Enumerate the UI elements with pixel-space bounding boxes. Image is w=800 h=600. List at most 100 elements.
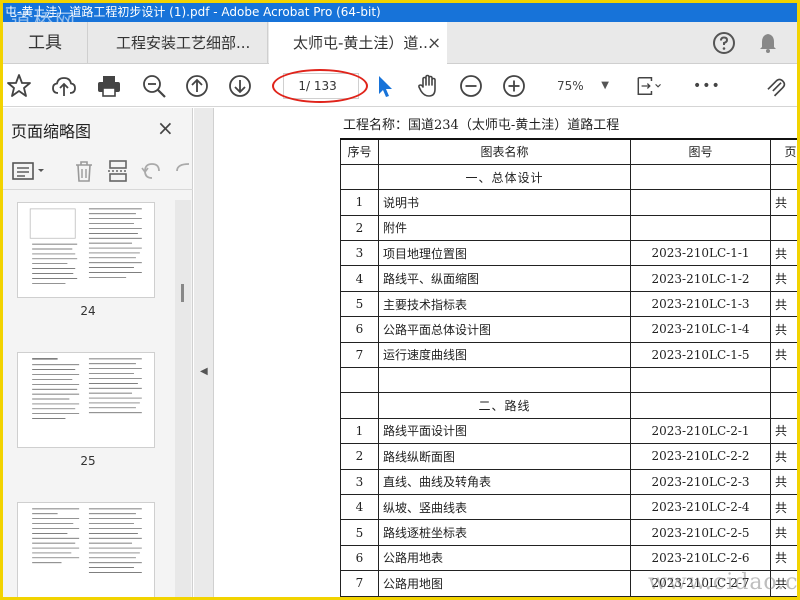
help-icon[interactable]: [711, 30, 737, 56]
scrollbar-handle[interactable]: [181, 284, 184, 302]
more-tools-icon[interactable]: •••: [693, 72, 721, 100]
drawing-index-table: 序号 图表名称 图号 页 一、总体设计 1 说明书共 2 附件 3 项目地理位置图 2023-…: [340, 137, 797, 597]
tab-bar: 工具 工程安装工艺细部... 太师屯-黄土洼）道... ×: [3, 22, 797, 65]
drawing-code: [630, 189, 771, 216]
close-tab-icon[interactable]: ×: [428, 22, 441, 64]
row-number: 2: [340, 443, 379, 470]
drawing-code: [630, 214, 771, 242]
drawing-code: [630, 367, 771, 394]
page-count: 共: [770, 493, 797, 521]
drawing-name: 路线平面设计图: [378, 417, 631, 445]
select-cursor-icon[interactable]: [371, 72, 399, 100]
drawing-name: 路线纵断面图: [378, 443, 631, 470]
table-cell: [340, 163, 379, 191]
next-page-icon[interactable]: [226, 72, 254, 100]
chevron-down-icon: ▼: [601, 80, 609, 91]
attach-link-icon[interactable]: [763, 72, 797, 100]
tab-document-1[interactable]: 工程安装工艺细部...: [88, 22, 268, 64]
page-count: 共: [770, 519, 797, 546]
table-header-row: 序号 图表名称 图号 页: [340, 137, 797, 165]
rotate-counterclockwise-icon[interactable]: [139, 158, 165, 184]
page-count: 共: [770, 443, 797, 470]
drawing-name: 公路平面总体设计图: [378, 316, 631, 343]
page-count: 共: [770, 265, 797, 292]
extract-pages-icon[interactable]: [105, 158, 131, 184]
table-row: 1 说明书 共: [340, 189, 797, 216]
page-count: 共: [770, 240, 797, 267]
header-number: 序号: [340, 137, 379, 165]
chevron-left-icon[interactable]: ◀: [200, 366, 208, 377]
section-row: 一、总体设计: [340, 163, 797, 191]
drawing-code: 2023-210LC-1-2: [630, 265, 771, 292]
page-thumbnail-24[interactable]: [17, 202, 155, 298]
thumbnail-scrollbar[interactable]: [175, 200, 191, 597]
drawing-name: 项目地理位置图: [378, 240, 631, 267]
table-cell: [770, 163, 797, 191]
page-count: 共: [770, 417, 797, 445]
row-number: 1: [340, 189, 379, 216]
close-panel-icon[interactable]: ×: [157, 116, 174, 140]
drawing-name: 说明书: [378, 189, 631, 216]
drawing-code: 2023-210LC-2-1: [630, 417, 771, 445]
thumbnail-options-icon[interactable]: [11, 158, 51, 184]
page-count: 共: [770, 544, 797, 572]
drawing-code: 2023-210LC-1-5: [630, 341, 771, 369]
drawing-name: 路线逐桩坐标表: [378, 519, 631, 546]
delete-page-icon[interactable]: [71, 158, 97, 184]
drawing-code: 2023-210LC-1-4: [630, 316, 771, 343]
page-count: 共: [770, 189, 797, 216]
tab-document-2[interactable]: 太师屯-黄土洼）道... ×: [269, 22, 447, 65]
page-thumbnail-26[interactable]: [17, 502, 155, 597]
row-number: 4: [340, 493, 379, 521]
drawing-name: 运行速度曲线图: [378, 341, 631, 369]
drawing-code: 2023-210LC-2-2: [630, 443, 771, 470]
table-row: 5 主要技术指标表 2023-210LC-1-3 共: [340, 290, 797, 318]
notification-bell-icon[interactable]: [755, 30, 781, 56]
tab-document-2-label: 太师屯-黄土洼）道...: [293, 34, 433, 52]
panel-collapse-strip[interactable]: ◀: [194, 108, 214, 597]
zoom-level-dropdown[interactable]: 75% ▼: [543, 73, 615, 99]
drawing-name: 公路用地表: [378, 544, 631, 572]
table-row: 2 附件: [340, 214, 797, 242]
previous-page-icon[interactable]: [183, 72, 211, 100]
hand-tool-icon[interactable]: [414, 72, 442, 100]
row-number: 1: [340, 417, 379, 445]
print-icon[interactable]: [95, 72, 123, 100]
zoom-in-icon[interactable]: [500, 72, 528, 100]
section-title: 二、路线: [378, 392, 631, 419]
zoom-level-value: 75%: [557, 79, 584, 93]
table-row: [340, 367, 797, 394]
drawing-name: 公路用地图: [378, 570, 631, 597]
bookmark-star-icon[interactable]: [5, 72, 33, 100]
row-number: 6: [340, 544, 379, 572]
page-count: [770, 214, 797, 242]
table-cell: [340, 392, 379, 419]
page-count: 共: [770, 290, 797, 318]
page-count: 共: [770, 316, 797, 343]
table-row: 5 路线逐桩坐标表 2023-210LC-2-5 共: [340, 519, 797, 546]
drawing-code: 2023-210LC-1-1: [630, 240, 771, 267]
page-thumbnail-25[interactable]: [17, 352, 155, 448]
zoom-out-icon[interactable]: [457, 72, 485, 100]
section-title: 一、总体设计: [378, 163, 631, 191]
row-number: 3: [340, 240, 379, 267]
drawing-name: 主要技术指标表: [378, 290, 631, 318]
row-number: 5: [340, 290, 379, 318]
zoom-out-magnifier-icon[interactable]: [140, 72, 168, 100]
drawing-code: 2023-210LC-2-6: [630, 544, 771, 572]
row-number: 6: [340, 316, 379, 343]
header-pages: 页: [770, 137, 797, 165]
cloud-upload-icon[interactable]: [50, 72, 78, 100]
rotate-clockwise-icon[interactable]: [171, 158, 191, 184]
page-count: 共: [770, 570, 797, 597]
window-title: 屯-黄土洼）道路工程初步设计 (1).pdf - Adobe Acrobat P…: [3, 3, 797, 22]
drawing-name: [378, 367, 631, 394]
table-cell: [770, 392, 797, 419]
row-number: 7: [340, 341, 379, 369]
table-body: 一、总体设计 1 说明书共 2 附件 3 项目地理位置图 2023-210LC-1-1 共 4 路线…: [340, 163, 797, 597]
tab-tools[interactable]: 工具: [3, 22, 88, 64]
row-number: 7: [340, 570, 379, 597]
fit-page-icon[interactable]: [635, 72, 669, 100]
table-row: 6 公路平面总体设计图 2023-210LC-1-4 共: [340, 316, 797, 343]
drawing-code: 2023-210LC-2-4: [630, 493, 771, 521]
